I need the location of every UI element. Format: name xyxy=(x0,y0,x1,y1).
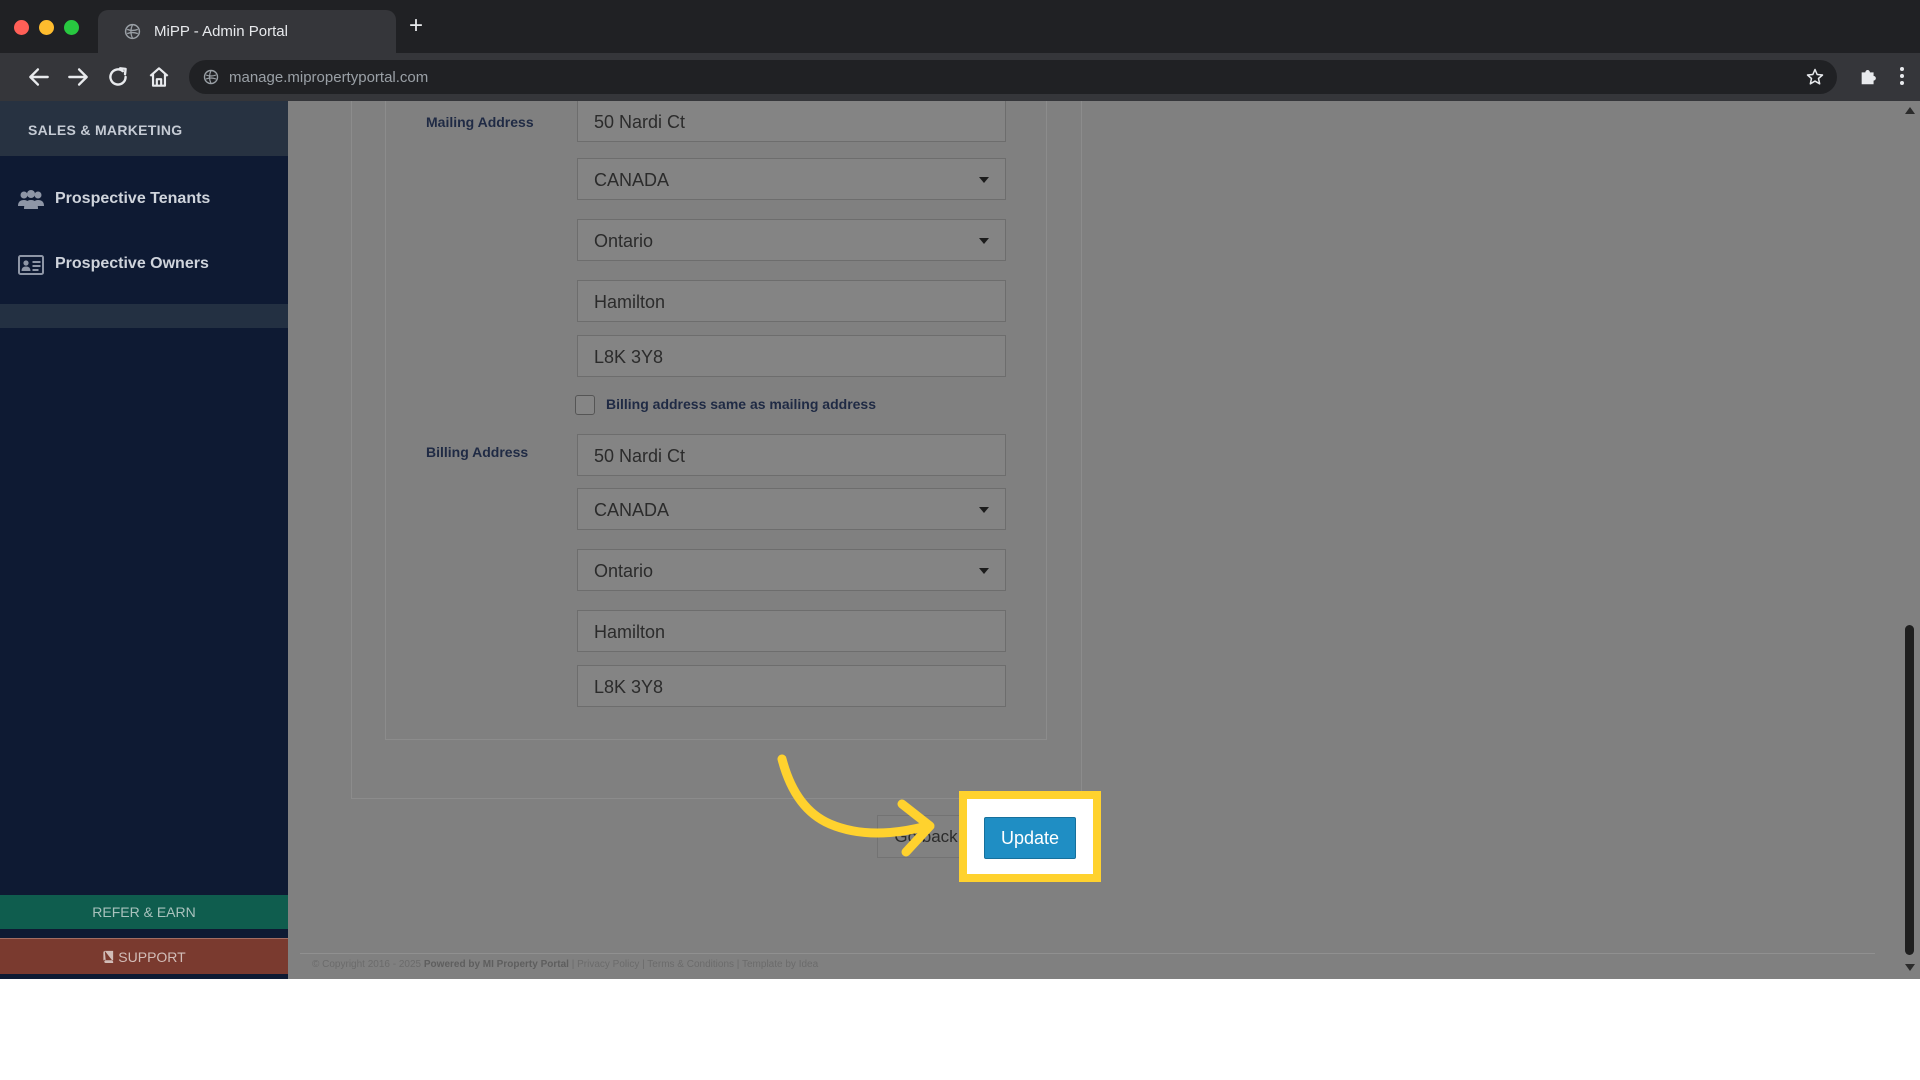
close-window-button[interactable] xyxy=(14,20,29,35)
billing-city-input[interactable]: Hamilton xyxy=(577,610,1006,652)
reload-icon[interactable] xyxy=(105,64,131,90)
mailing-address-label: Mailing Address xyxy=(426,114,534,130)
field-value: 50 Nardi Ct xyxy=(594,112,686,132)
footer-divider xyxy=(300,953,1875,954)
tab-title: MiPP - Admin Portal xyxy=(154,23,288,40)
sidebar-section-title: SALES & MARKETING xyxy=(28,122,183,138)
refer-and-earn-button[interactable]: REFER & EARN xyxy=(0,895,288,929)
pointer-arrow-icon xyxy=(777,754,935,857)
chevron-down-icon xyxy=(979,507,989,513)
footer-powered-by: Powered by MI Property Portal xyxy=(423,959,569,970)
footer-template: Template by Idea xyxy=(742,959,819,970)
bookmark-star-icon[interactable] xyxy=(1805,67,1825,87)
update-button[interactable]: Update xyxy=(984,817,1076,859)
scroll-down-icon[interactable] xyxy=(1905,964,1915,971)
chevron-down-icon xyxy=(979,238,989,244)
field-value: Ontario xyxy=(594,231,654,251)
forward-arrow-icon[interactable] xyxy=(65,64,91,90)
scrollbar-thumb[interactable] xyxy=(1905,625,1914,955)
sidebar: SALES & MARKETING Prospective Tenants Pr… xyxy=(0,101,288,979)
sidebar-item-label: Prospective Owners xyxy=(55,255,209,272)
field-value: Hamilton xyxy=(594,292,666,312)
back-arrow-icon[interactable] xyxy=(26,64,52,90)
new-tab-button[interactable]: + xyxy=(404,14,428,38)
url-text: manage.mipropertyportal.com xyxy=(229,69,429,86)
book-icon xyxy=(103,950,114,963)
field-value: L8K 3Y8 xyxy=(594,347,664,367)
kebab-menu-icon[interactable] xyxy=(1892,65,1912,87)
extensions-puzzle-icon[interactable] xyxy=(1858,65,1880,87)
field-value: Hamilton xyxy=(594,622,666,642)
chevron-down-icon xyxy=(979,568,989,574)
scroll-up-icon[interactable] xyxy=(1905,107,1915,114)
page-footer: © Copyright 2016 - 2025 Powered by MI Pr… xyxy=(312,959,818,970)
mailing-city-input[interactable]: Hamilton xyxy=(577,280,1006,322)
sidebar-section-header[interactable]: SALES & MARKETING xyxy=(0,101,288,156)
browser-toolbar: manage.mipropertyportal.com xyxy=(0,53,1920,101)
billing-province-select[interactable]: Ontario xyxy=(577,549,1006,591)
support-label: SUPPORT xyxy=(118,949,186,965)
footer-copyright: © Copyright 2016 - 2025 xyxy=(312,959,422,970)
home-icon[interactable] xyxy=(146,64,172,90)
mailing-postal-input[interactable]: L8K 3Y8 xyxy=(577,335,1006,377)
id-card-icon xyxy=(18,255,44,275)
footer-links[interactable]: | Privacy Policy | Terms & Conditions | xyxy=(572,959,740,970)
tab-strip: MiPP - Admin Portal + xyxy=(0,0,1920,53)
sidebar-divider xyxy=(0,304,288,328)
field-value: L8K 3Y8 xyxy=(594,677,664,697)
page-viewport: SALES & MARKETING Prospective Tenants Pr… xyxy=(0,101,1920,979)
sidebar-item-prospective-owners[interactable]: Prospective Owners xyxy=(0,236,288,292)
field-value: Ontario xyxy=(594,561,654,581)
billing-street-input[interactable]: 50 Nardi Ct xyxy=(577,434,1006,476)
billing-country-select[interactable]: CANADA xyxy=(577,488,1006,530)
support-button[interactable]: SUPPORT xyxy=(0,938,288,974)
browser-window: MiPP - Admin Portal + manage.mipropertyp… xyxy=(0,0,1920,979)
site-info-icon[interactable] xyxy=(203,69,219,85)
users-icon xyxy=(18,190,44,209)
billing-address-label: Billing Address xyxy=(426,444,529,460)
minimize-window-button[interactable] xyxy=(39,20,54,35)
browser-tab[interactable]: MiPP - Admin Portal xyxy=(98,10,396,53)
address-bar[interactable]: manage.mipropertyportal.com xyxy=(189,60,1837,94)
billing-postal-input[interactable]: L8K 3Y8 xyxy=(577,665,1006,707)
field-value: 50 Nardi Ct xyxy=(594,446,686,466)
same-as-mailing-checkbox[interactable] xyxy=(575,395,595,415)
vertical-scrollbar[interactable] xyxy=(1900,101,1920,979)
sidebar-item-prospective-tenants[interactable]: Prospective Tenants xyxy=(0,171,288,227)
field-value: CANADA xyxy=(594,170,670,190)
mailing-country-select[interactable]: CANADA xyxy=(577,158,1006,200)
mailing-province-select[interactable]: Ontario xyxy=(577,219,1006,261)
same-as-mailing-label[interactable]: Billing address same as mailing address xyxy=(606,396,876,412)
mailing-street-input[interactable]: 50 Nardi Ct xyxy=(577,101,1006,142)
chevron-down-icon xyxy=(979,177,989,183)
sidebar-item-label: Prospective Tenants xyxy=(55,190,211,207)
globe-icon xyxy=(124,23,141,40)
maximize-window-button[interactable] xyxy=(64,20,79,35)
field-value: CANADA xyxy=(594,500,670,520)
